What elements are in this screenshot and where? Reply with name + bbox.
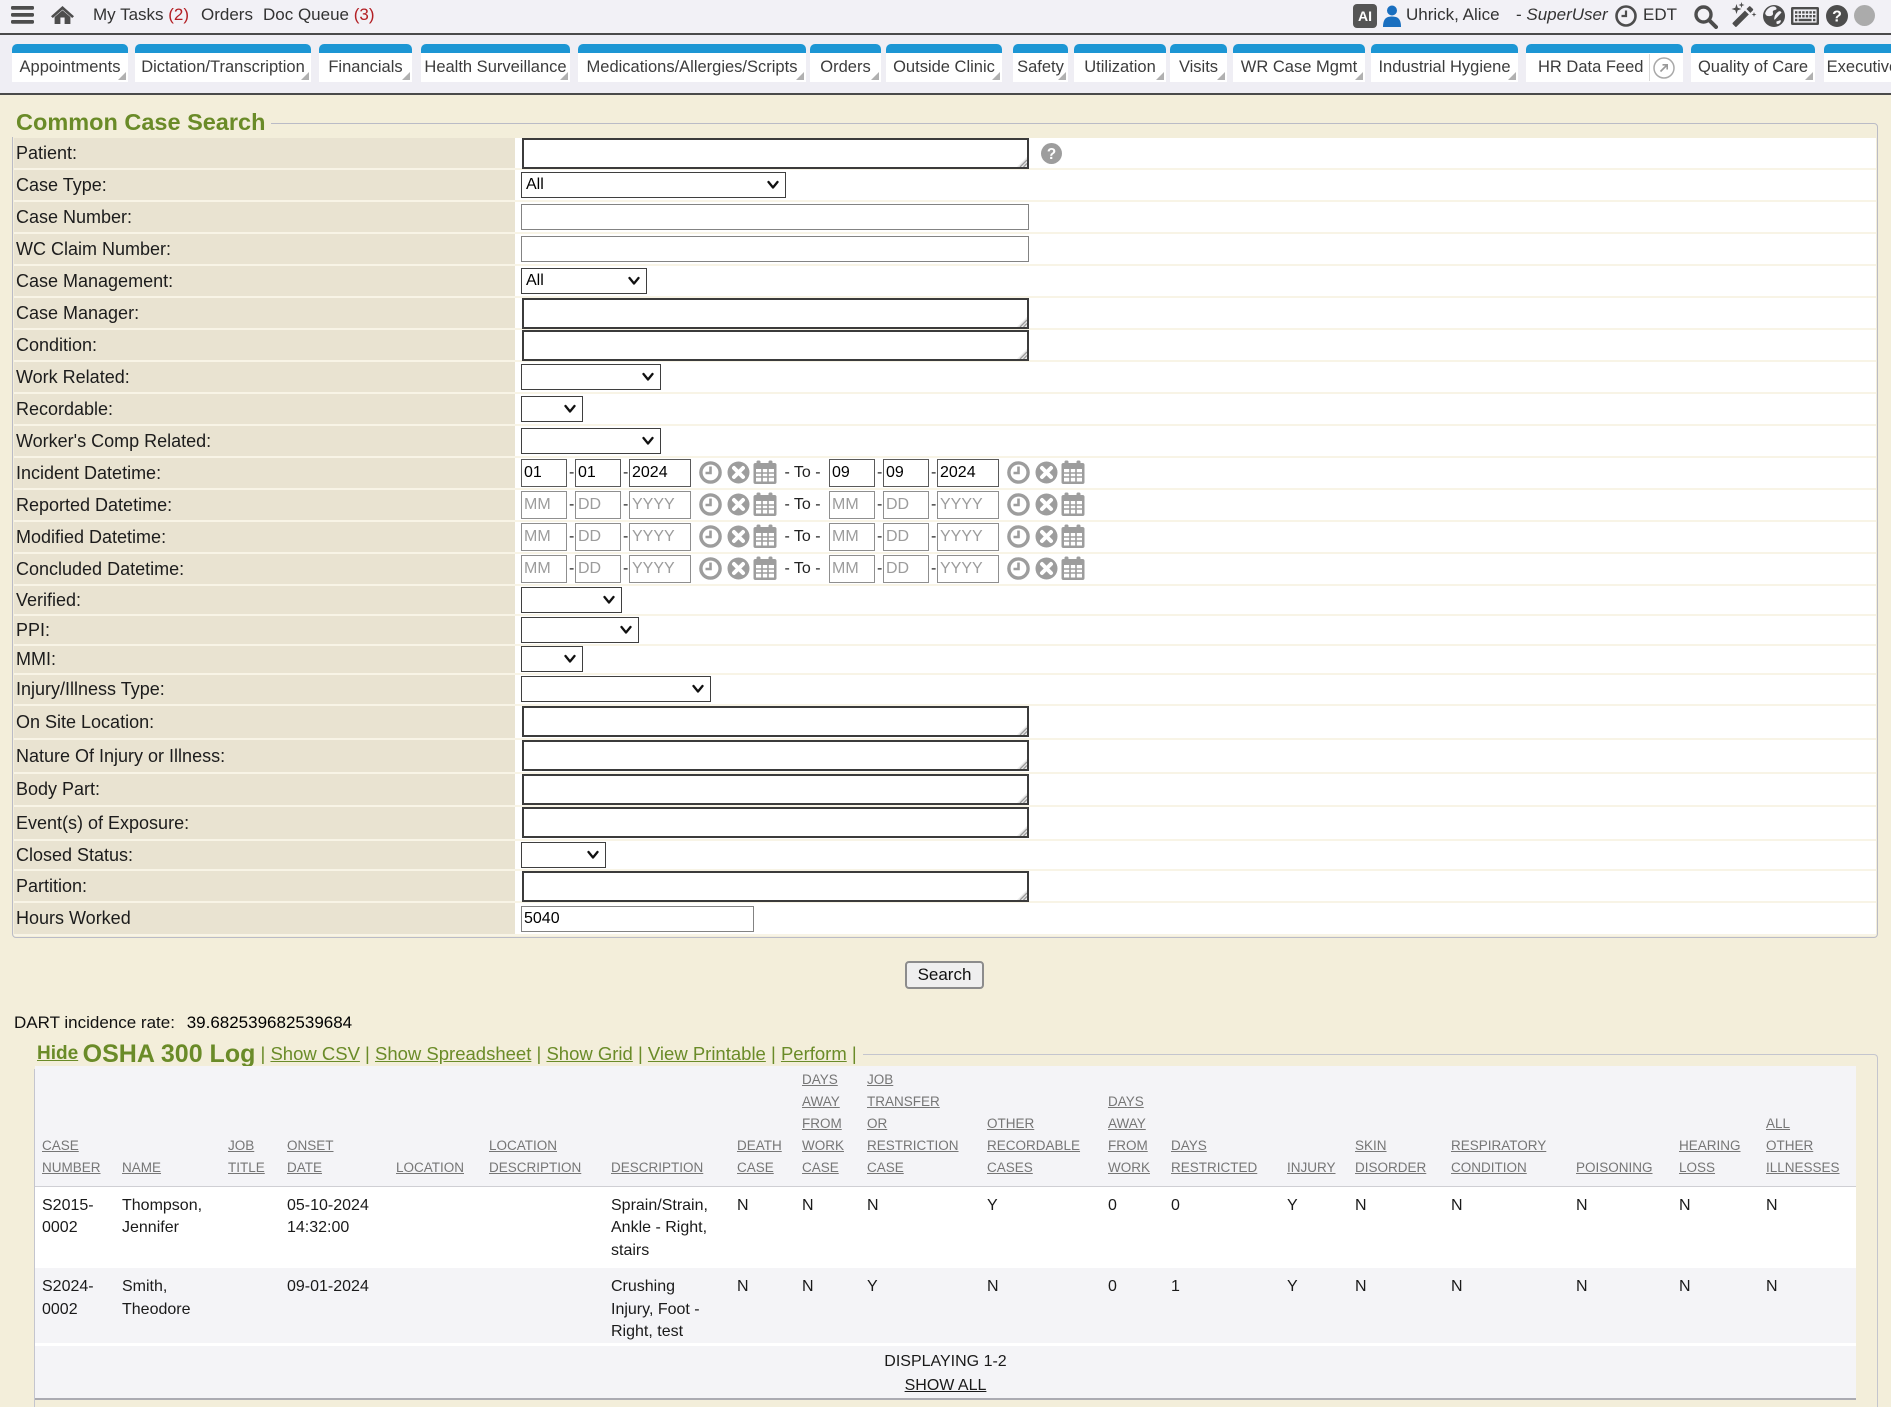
svg-text:?: ? [1832,9,1842,26]
svg-text:?: ? [1047,146,1056,163]
